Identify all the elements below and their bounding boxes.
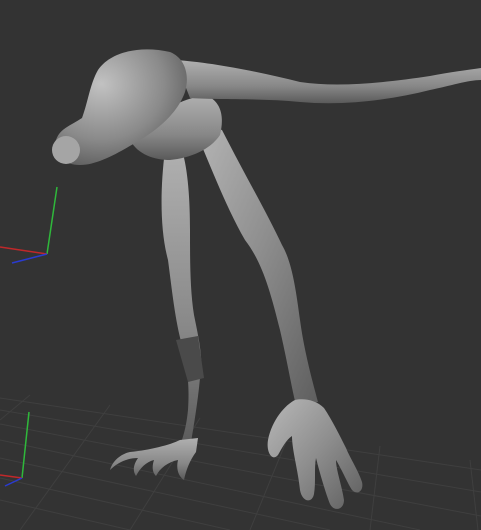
axis-gizmo-lower [0, 411, 30, 487]
viewport-canvas[interactable] [0, 0, 481, 530]
sculpted-creature-model-icon[interactable] [52, 49, 481, 509]
floor-grid-icon [0, 394, 481, 530]
3d-viewport[interactable] [0, 0, 481, 530]
axis-gizmo-upper [0, 186, 58, 264]
